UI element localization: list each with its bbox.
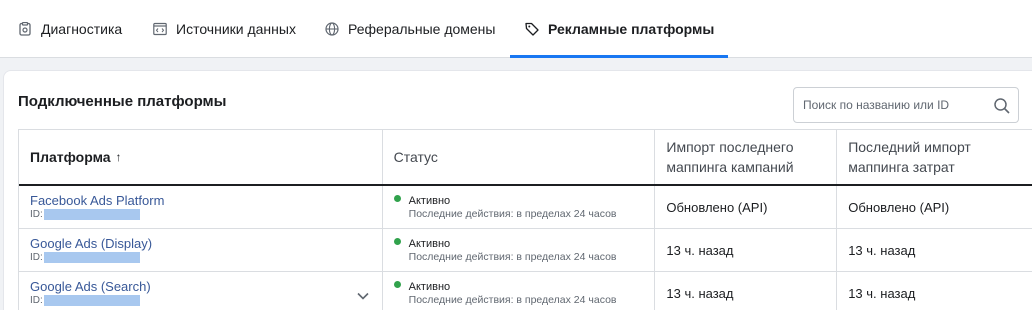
status-dot-icon: [393, 281, 401, 288]
campaign-import-cell: 13 ч. назад: [655, 229, 838, 271]
redacted-id: [43, 295, 140, 306]
tab-bar: Диагностика Источники данных Реферальные…: [0, 0, 1032, 58]
chevron-down-icon[interactable]: [356, 288, 370, 300]
campaign-import-cell: Обновлено (API): [655, 186, 838, 228]
column-header-status: Статус: [383, 130, 656, 184]
tab-label: Реферальные домены: [348, 21, 496, 37]
status-label: Активно: [408, 237, 451, 250]
status-cell: Активно Последние действия: в пределах 2…: [383, 272, 656, 310]
tab-data-sources[interactable]: Источники данных: [152, 0, 296, 58]
tab-ad-platforms[interactable]: Рекламные платформы: [524, 0, 714, 58]
status-detail: Последние действия: в пределах 24 часов: [408, 293, 617, 306]
redacted-id: [43, 252, 140, 263]
code-window-icon: [152, 21, 168, 37]
column-label: Импорт последнего маппинга кампаний: [666, 139, 794, 175]
column-label: Статус: [393, 149, 438, 165]
tab-label: Рекламные платформы: [548, 21, 715, 37]
platform-id: ID:: [30, 251, 382, 264]
column-header-platform[interactable]: Платформа ↑: [19, 130, 383, 184]
tag-icon: [524, 21, 540, 37]
search-icon[interactable]: [993, 97, 1011, 115]
status-cell: Активно Последние действия: в пределах 2…: [383, 229, 656, 271]
active-tab-indicator: [510, 55, 728, 58]
cost-import-cell: Обновлено (API): [848, 199, 950, 215]
tab-diagnostics[interactable]: Диагностика: [17, 0, 122, 58]
column-header-campaign-import: Импорт последнего маппинга кампаний: [655, 130, 838, 184]
status-cell: Активно Последние действия: в пределах 2…: [383, 186, 656, 228]
platform-id: ID:: [30, 208, 382, 221]
status-label: Активно: [408, 194, 451, 207]
card-title: Подключенные платформы: [18, 93, 227, 110]
status-detail: Последние действия: в пределах 24 часов: [408, 207, 617, 220]
platform-link[interactable]: Facebook Ads Platform: [30, 193, 382, 208]
cost-import-cell: 13 ч. назад: [848, 242, 916, 258]
status-dot-icon: [393, 195, 401, 202]
search-box: [793, 87, 1019, 123]
search-input[interactable]: [803, 98, 983, 112]
status-label: Активно: [408, 280, 451, 293]
platform-link[interactable]: Google Ads (Display): [30, 236, 382, 251]
globe-icon: [324, 21, 340, 37]
tab-label: Источники данных: [176, 21, 296, 37]
table-row: Google Ads (Search) ID: Активно Последни…: [19, 272, 1032, 310]
cost-import-cell: 13 ч. назад: [848, 285, 916, 301]
platform-cell: Google Ads (Search) ID:: [19, 272, 383, 310]
redacted-id: [43, 209, 140, 220]
platforms-table: Платформа ↑ Статус Импорт последнего мап…: [18, 129, 1032, 310]
column-header-cost-import: Последний импорт маппинга затрат: [837, 130, 1032, 184]
connected-platforms-card: Подключенные платформы Платформа ↑ Стату…: [3, 70, 1032, 310]
status-detail: Последние действия: в пределах 24 часов: [408, 250, 617, 263]
platform-id: ID:: [30, 294, 382, 307]
platform-cell: Google Ads (Display) ID:: [19, 229, 383, 271]
table-header: Платформа ↑ Статус Импорт последнего мап…: [19, 130, 1032, 186]
diagnostics-icon: [17, 21, 33, 37]
platform-link[interactable]: Google Ads (Search): [30, 279, 382, 294]
tab-referral-domains[interactable]: Реферальные домены: [324, 0, 495, 58]
platform-cell: Facebook Ads Platform ID:: [19, 186, 383, 228]
table-row: Facebook Ads Platform ID: Активно Послед…: [19, 186, 1032, 229]
column-label: Платформа: [30, 149, 111, 165]
tab-label: Диагностика: [41, 21, 123, 37]
campaign-import-cell: 13 ч. назад: [655, 272, 838, 310]
table-row: Google Ads (Display) ID: Активно Последн…: [19, 229, 1032, 272]
status-dot-icon: [393, 238, 401, 245]
sort-ascending-icon: ↑: [115, 150, 122, 164]
column-label: Последний импорт маппинга затрат: [848, 139, 971, 175]
